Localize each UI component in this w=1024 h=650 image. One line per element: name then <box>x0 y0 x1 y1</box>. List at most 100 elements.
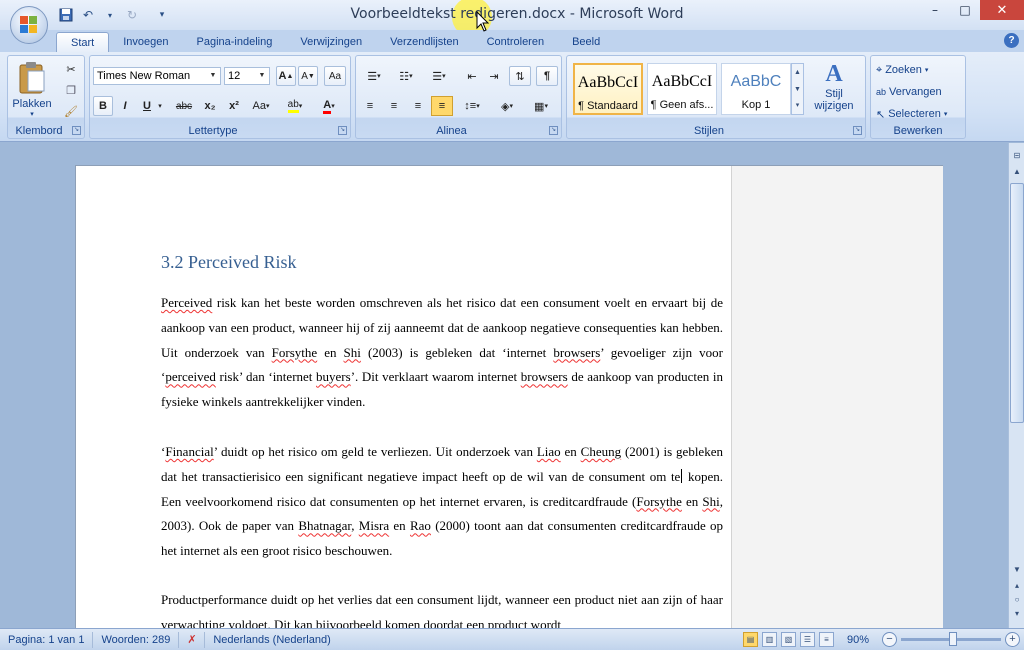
shrink-font-button[interactable]: A ▼ <box>298 66 318 86</box>
font-group-label: Lettertype <box>188 125 238 137</box>
bullets-button[interactable]: ☰ ▾ <box>359 66 389 86</box>
close-button[interactable]: ✕ <box>980 0 1024 20</box>
previous-page-icon[interactable]: ▴ <box>1010 579 1024 593</box>
editing-group-label: Bewerken <box>893 125 943 137</box>
page-count[interactable]: Pagina: 1 van 1 <box>0 631 94 648</box>
zoom-in-button[interactable]: + <box>1005 632 1020 647</box>
clipboard-launcher-icon[interactable]: ↘ <box>72 126 81 135</box>
find-button[interactable]: ⌖ Zoeken ▾ <box>875 61 929 79</box>
style-standaard[interactable]: AaBbCcI ¶ Standaard <box>573 63 643 115</box>
paragraph-group-label: Alinea <box>436 125 467 137</box>
office-button[interactable] <box>10 6 48 44</box>
undo-icon[interactable]: ↶ <box>80 7 96 23</box>
italic-button[interactable]: I <box>116 96 134 116</box>
tab-invoegen[interactable]: Invoegen <box>109 32 182 52</box>
select-browse-object-icon[interactable]: ○ <box>1010 593 1024 607</box>
select-button[interactable]: ↖ Selecteren ▾ <box>875 105 948 123</box>
underline-button[interactable]: U <box>138 96 156 116</box>
undo-dropdown-icon[interactable]: ▾ <box>102 7 118 23</box>
draft-view-icon[interactable]: ≡ <box>819 632 834 647</box>
sort-button[interactable]: ⇅ <box>509 66 531 86</box>
maximize-button[interactable]: □ <box>950 0 980 20</box>
numbering-button[interactable]: ☷ ▾ <box>391 66 421 86</box>
paragraph-1[interactable]: Perceived risk kan het beste worden omsc… <box>161 291 723 415</box>
justify-button[interactable]: ≡ <box>431 96 453 116</box>
borders-button[interactable]: ▦ ▾ <box>526 96 556 116</box>
font-color-button[interactable]: A ▾ <box>314 96 344 116</box>
mouse-pointer-icon <box>476 11 490 32</box>
paragraph-launcher-icon[interactable]: ↘ <box>549 126 558 135</box>
subscript-button[interactable]: x₂ <box>200 96 220 116</box>
style-geen-afstand[interactable]: AaBbCcI ¶ Geen afs... <box>647 63 717 115</box>
language-indicator[interactable]: Nederlands (Nederland) <box>205 632 338 648</box>
document-page[interactable]: 3.2 Perceived Risk Perceived risk kan he… <box>75 165 943 628</box>
paste-label: Plakken <box>12 98 52 110</box>
scroll-up-icon[interactable]: ▲ <box>1010 165 1024 179</box>
change-case-button[interactable]: Aa ▾ <box>248 96 274 116</box>
numbering-icon: ☷ <box>399 70 410 83</box>
zoom-slider[interactable] <box>901 632 1001 646</box>
print-layout-view-icon[interactable]: ▤ <box>743 632 758 647</box>
paragraph-2[interactable]: ‘Financial’ duidt op het risico om geld … <box>161 440 723 564</box>
tab-pagina-indeling[interactable]: Pagina-indeling <box>183 32 287 52</box>
decrease-indent-button[interactable]: ⇤ <box>462 66 482 86</box>
word-count[interactable]: Woorden: 289 <box>93 631 180 648</box>
ruler-toggle-icon[interactable]: ⊟ <box>1010 149 1024 163</box>
align-center-button[interactable]: ≡ <box>383 96 405 116</box>
tab-beeld[interactable]: Beeld <box>558 32 614 52</box>
full-screen-reading-icon[interactable]: ▥ <box>762 632 777 647</box>
font-family-select[interactable]: Times New Roman ▼ <box>93 67 221 85</box>
superscript-button[interactable]: x² <box>224 96 244 116</box>
replace-icon: ab <box>876 87 887 97</box>
increase-indent-button[interactable]: ⇥ <box>484 66 504 86</box>
web-layout-icon[interactable]: ▧ <box>781 632 796 647</box>
font-launcher-icon[interactable]: ↘ <box>338 126 347 135</box>
highlight-button[interactable]: ab ▾ <box>280 96 310 116</box>
vertical-scrollbar[interactable]: ⊟ ▲ ▼ ▴ ○ ▾ <box>1008 143 1024 628</box>
shading-button[interactable]: ◈ ▾ <box>492 96 522 116</box>
tab-verzendlijsten[interactable]: Verzendlijsten <box>376 32 473 52</box>
paragraph-3[interactable]: Productperformance duidt op het verlies … <box>161 588 723 628</box>
redo-icon[interactable]: ↻ <box>124 7 140 23</box>
scroll-down-icon[interactable]: ▼ <box>1010 563 1024 577</box>
grow-font-button[interactable]: A ▲ <box>276 66 296 86</box>
clipboard-group-label: Klembord <box>15 125 63 137</box>
scroll-down-icon[interactable]: ▼ <box>792 81 803 98</box>
scroll-thumb[interactable] <box>1010 183 1024 423</box>
help-icon[interactable]: ? <box>1004 33 1019 48</box>
binoculars-icon: ⌖ <box>876 63 883 76</box>
clear-formatting-button[interactable]: Aa <box>324 66 346 86</box>
replace-button[interactable]: ab Vervangen <box>875 83 943 101</box>
paste-button[interactable]: Plakken ▾ <box>12 59 52 119</box>
align-left-button[interactable]: ≡ <box>359 96 381 116</box>
save-icon[interactable] <box>58 7 74 23</box>
proofing-error-icon[interactable]: ✗ <box>179 631 206 648</box>
styles-gallery-scroll[interactable]: ▲ ▼ ▾ <box>791 63 804 115</box>
cut-icon[interactable]: ✂ <box>62 59 80 79</box>
line-spacing-button[interactable]: ↕≡ ▾ <box>457 96 487 116</box>
style-kop-1[interactable]: AaBbC Kop 1 <box>721 63 791 115</box>
zoom-out-button[interactable]: − <box>882 632 897 647</box>
next-page-icon[interactable]: ▾ <box>1010 607 1024 621</box>
strikethrough-button[interactable]: abc <box>172 96 196 116</box>
multilevel-list-button[interactable]: ☰ ▾ <box>423 66 455 86</box>
format-painter-icon[interactable]: 🖌 <box>62 101 80 121</box>
font-size-select[interactable]: 12 ▼ <box>224 67 270 85</box>
copy-icon[interactable]: ❐ <box>62 80 80 100</box>
outline-view-icon[interactable]: ☰ <box>800 632 815 647</box>
tab-verwijzingen[interactable]: Verwijzingen <box>286 32 376 52</box>
align-right-button[interactable]: ≡ <box>407 96 429 116</box>
gallery-more-icon[interactable]: ▾ <box>792 98 803 114</box>
change-styles-button[interactable]: A Stijl wijzigen <box>807 59 861 121</box>
minimize-button[interactable]: – <box>920 0 950 20</box>
zoom-level[interactable]: 90% <box>838 634 878 646</box>
tab-controleren[interactable]: Controleren <box>473 32 558 52</box>
customize-qat-icon[interactable]: ▾ <box>154 7 170 23</box>
bold-button[interactable]: B <box>93 96 113 116</box>
underline-dropdown-icon[interactable]: ▾ <box>156 96 164 116</box>
zoom-slider-thumb[interactable] <box>949 632 957 646</box>
tab-start[interactable]: Start <box>56 32 110 52</box>
styles-launcher-icon[interactable]: ↘ <box>853 126 862 135</box>
show-marks-button[interactable]: ¶ <box>536 66 558 86</box>
scroll-up-icon[interactable]: ▲ <box>792 64 803 81</box>
